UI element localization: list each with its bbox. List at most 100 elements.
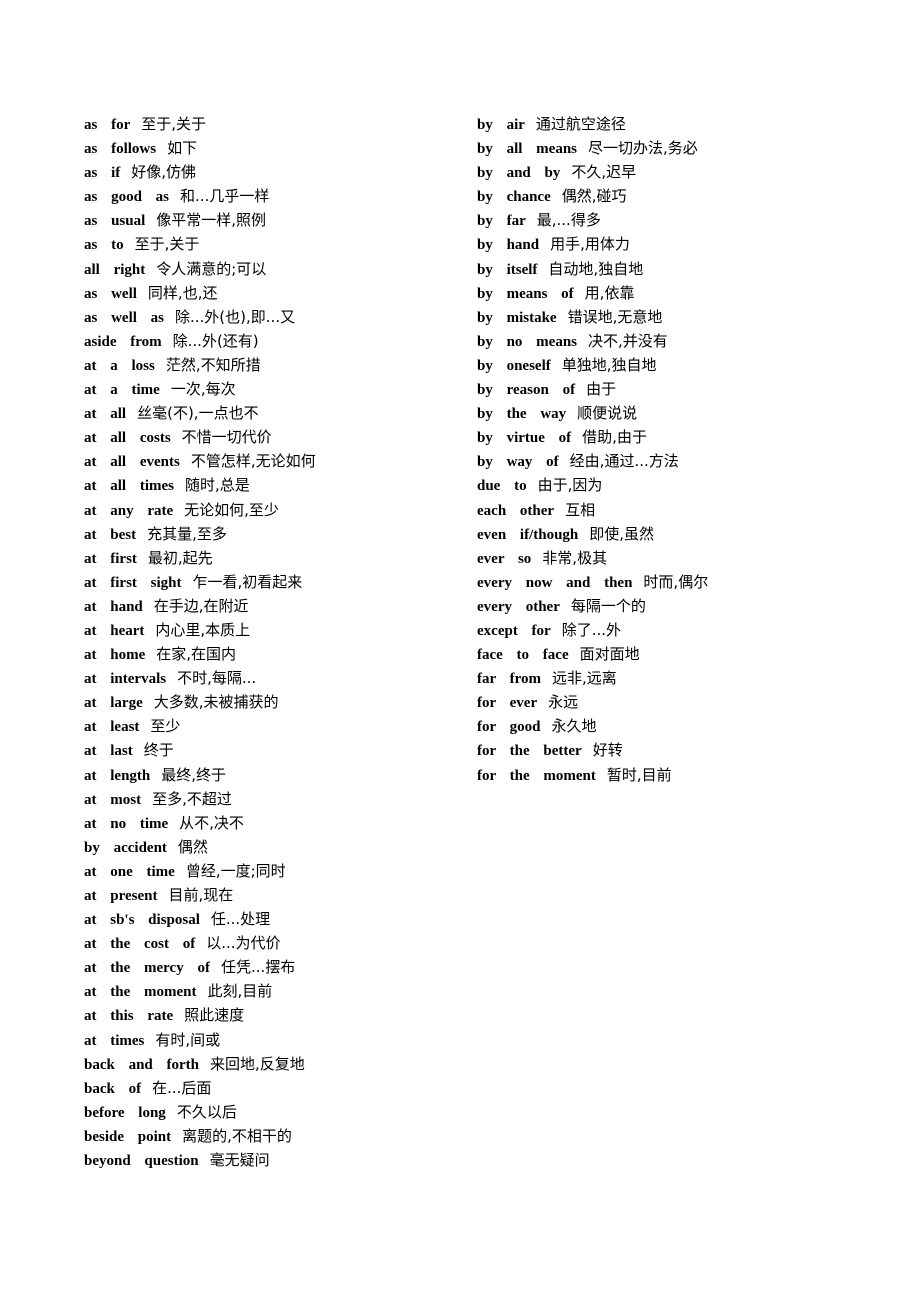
phrase-entry: at heart 内心里,本质上	[84, 618, 316, 642]
chinese-meaning: 最初,起先	[147, 548, 213, 567]
chinese-meaning: 偶然	[177, 837, 208, 856]
chinese-meaning: 不久,迟早	[571, 163, 637, 182]
english-phrase: by virtue of	[477, 430, 572, 447]
phrase-entry: for ever 永远	[477, 690, 708, 714]
phrase-entry: as for 至于,关于	[84, 112, 316, 136]
english-phrase: at large	[84, 695, 143, 712]
chinese-meaning: 毫无疑问	[209, 1151, 270, 1170]
phrase-entry: at times 有时,间或	[84, 1028, 316, 1052]
english-phrase: all right	[84, 261, 146, 278]
english-phrase: at all costs	[84, 430, 171, 447]
english-phrase: as to	[84, 237, 124, 254]
english-phrase: by far	[477, 213, 526, 230]
phrase-entry: at least 至少	[84, 714, 316, 738]
phrase-entry: at all times 随时,总是	[84, 473, 316, 497]
phrase-entry: at no time 从不,决不	[84, 811, 316, 835]
chinese-meaning: 有时,间或	[155, 1030, 221, 1049]
phrase-entry: at first sight 乍一看,初看起来	[84, 570, 316, 594]
english-phrase: at first sight	[84, 574, 182, 591]
chinese-meaning: 在...后面	[152, 1078, 212, 1097]
chinese-meaning: 同样,也,还	[147, 283, 218, 302]
chinese-meaning: 每隔一个的	[570, 596, 646, 615]
english-phrase: at most	[84, 791, 142, 808]
phrase-entry: ever so 非常,极其	[477, 546, 708, 570]
chinese-meaning: 好像,仿佛	[131, 163, 197, 182]
english-phrase: as good as	[84, 189, 170, 206]
phrase-entry: at last 终于	[84, 738, 316, 762]
phrase-entry: every now and then 时而,偶尔	[477, 570, 708, 594]
phrase-entry: for the moment 暂时,目前	[477, 763, 708, 787]
chinese-meaning: 自动地,独自地	[548, 259, 644, 278]
chinese-meaning: 借助,由于	[582, 428, 647, 447]
english-phrase: at first	[84, 550, 137, 567]
chinese-meaning: 时而,偶尔	[643, 572, 709, 591]
chinese-meaning: 至多,不超过	[152, 789, 232, 808]
chinese-meaning: 由于	[586, 380, 617, 399]
phrase-entry: at all events 不管怎样,无论如何	[84, 449, 316, 473]
chinese-meaning: 从不,决不	[179, 813, 244, 832]
phrase-entry: at the mercy of 任凭...摆布	[84, 955, 316, 979]
phrase-entry: at sb's disposal 任...处理	[84, 907, 316, 931]
chinese-meaning: 非常,极其	[542, 548, 608, 567]
english-phrase: even if/though	[477, 526, 579, 543]
english-phrase: back of	[84, 1080, 142, 1097]
english-phrase: at present	[84, 888, 158, 904]
phrase-entry: by means of 用,依靠	[477, 281, 708, 305]
english-phrase: as for	[84, 117, 131, 133]
chinese-meaning: 乍一看,初看起来	[192, 572, 303, 591]
chinese-meaning: 此刻,目前	[207, 982, 273, 1001]
phrase-entry: aside from 除...外(还有)	[84, 329, 316, 353]
english-phrase: for ever	[477, 695, 538, 712]
english-phrase: by no means	[477, 333, 578, 350]
english-phrase: at a loss	[84, 357, 155, 374]
chinese-meaning: 离题的,不相干的	[182, 1126, 292, 1145]
phrase-entry: face to face 面对面地	[477, 642, 708, 666]
chinese-meaning: 由于,因为	[537, 476, 603, 495]
english-phrase: by all means	[477, 141, 578, 158]
english-phrase: as well as	[84, 309, 164, 326]
chinese-meaning: 一次,每次	[170, 380, 236, 399]
chinese-meaning: 无论如何,至少	[184, 500, 279, 519]
english-phrase: due to	[477, 478, 527, 495]
english-phrase: for the better	[477, 743, 582, 760]
phrase-entry: by and by 不久,迟早	[477, 160, 708, 184]
chinese-meaning: 来回地,反复地	[210, 1054, 305, 1073]
phrase-entry: at all 丝毫(不),一点也不	[84, 401, 316, 425]
english-phrase: before long	[84, 1104, 166, 1121]
chinese-meaning: 大多数,未被捕获的	[153, 693, 279, 712]
chinese-meaning: 像平常一样,照例	[156, 211, 267, 230]
phrase-entry: as well 同样,也,还	[84, 281, 316, 305]
chinese-meaning: 令人满意的;可以	[156, 259, 267, 278]
phrase-entry: at the moment 此刻,目前	[84, 979, 316, 1003]
phrase-entry: by all means 尽一切办法,务必	[477, 136, 708, 160]
phrase-entry: as to 至于,关于	[84, 232, 316, 256]
english-phrase: at a time	[84, 382, 160, 399]
phrase-entry: by the way 顺便说说	[477, 401, 708, 425]
chinese-meaning: 除...外(还有)	[172, 331, 259, 350]
phrase-entry: for good 永久地	[477, 714, 708, 738]
chinese-meaning: 单独地,独自地	[561, 355, 657, 374]
english-phrase: by accident	[84, 839, 167, 856]
chinese-meaning: 除了...外	[561, 620, 622, 639]
chinese-meaning: 任凭...摆布	[220, 958, 296, 977]
phrase-entry: at intervals 不时,每隔...	[84, 666, 316, 690]
english-phrase: at intervals	[84, 671, 167, 688]
chinese-meaning: 用手,用体力	[550, 235, 630, 254]
english-phrase: at one time	[84, 863, 175, 880]
english-phrase: at sb's disposal	[84, 912, 200, 929]
chinese-meaning: 照此速度	[184, 1006, 245, 1025]
chinese-meaning: 经由,通过...方法	[569, 452, 679, 471]
chinese-meaning: 充其量,至多	[147, 524, 227, 543]
chinese-meaning: 偶然,碰巧	[561, 187, 627, 206]
phrase-entry: by chance 偶然,碰巧	[477, 184, 708, 208]
chinese-meaning: 暂时,目前	[606, 765, 672, 784]
phrase-entry: at present 目前,现在	[84, 883, 316, 907]
chinese-meaning: 任...处理	[210, 910, 271, 929]
english-phrase: at the mercy of	[84, 960, 210, 977]
phrase-entry: by mistake 错误地,无意地	[477, 305, 708, 329]
phrase-entry: all right 令人满意的;可以	[84, 257, 316, 281]
english-phrase: by way of	[477, 454, 559, 471]
english-phrase: face to face	[477, 647, 569, 664]
phrase-entry: at most 至多,不超过	[84, 787, 316, 811]
chinese-meaning: 茫然,不知所措	[165, 355, 261, 374]
